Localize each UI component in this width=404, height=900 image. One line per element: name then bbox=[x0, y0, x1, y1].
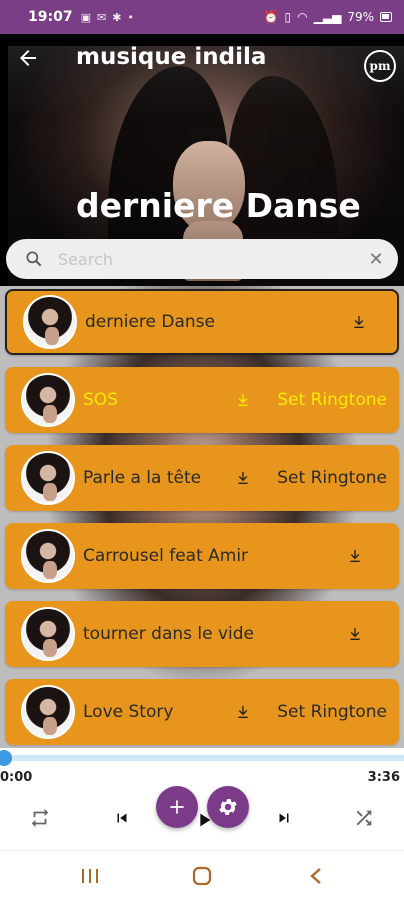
system-nav-bar bbox=[0, 850, 404, 900]
settings-button[interactable] bbox=[207, 786, 249, 828]
song-thumbnail bbox=[23, 295, 77, 349]
next-icon[interactable] bbox=[266, 800, 302, 836]
home-icon[interactable] bbox=[182, 863, 222, 889]
back-arrow-icon[interactable] bbox=[16, 46, 48, 72]
song-thumbnail bbox=[21, 685, 75, 739]
signal-icon: ▁▃▅ bbox=[313, 10, 342, 24]
search-bar: ✕ bbox=[6, 239, 398, 279]
gear-icon bbox=[219, 799, 237, 815]
song-row-tourner-dans-le-vide[interactable]: tourner dans le vide bbox=[5, 601, 399, 667]
download-icon[interactable] bbox=[349, 312, 369, 332]
vibrate-icon: ▯ bbox=[284, 10, 292, 24]
pm-logo-icon[interactable]: pm bbox=[364, 50, 396, 82]
status-bar: 19:07 ▣ ✉ ✱ • ⏰ ▯ ◠ ▁▃▅ 79% bbox=[0, 0, 404, 34]
song-title: Carrousel feat Amir bbox=[83, 546, 249, 566]
total-duration: 3:36 bbox=[367, 770, 400, 785]
status-time: 19:07 bbox=[28, 9, 73, 25]
player-controls bbox=[0, 786, 404, 850]
download-icon[interactable] bbox=[233, 468, 253, 488]
download-icon[interactable] bbox=[233, 390, 253, 410]
seek-bar-thumb[interactable] bbox=[0, 750, 12, 766]
song-title: Parle a la tête bbox=[83, 468, 202, 488]
song-row-derniere-danse[interactable]: derniere Danse bbox=[5, 289, 399, 355]
song-title: derniere Danse bbox=[85, 312, 215, 332]
battery-percent: 79% bbox=[347, 10, 374, 24]
gallery-icon: ▣ bbox=[80, 10, 91, 24]
alarm-icon: ⏰ bbox=[263, 10, 279, 24]
song-title: SOS bbox=[83, 390, 118, 410]
shuffle-icon[interactable] bbox=[346, 800, 382, 836]
app-icon: ✱ bbox=[112, 10, 122, 24]
song-row-sos[interactable]: SOS Set Ringtone bbox=[5, 367, 399, 433]
now-playing-title: derniere Danse bbox=[76, 186, 361, 225]
plus-icon bbox=[170, 800, 184, 814]
previous-icon[interactable] bbox=[104, 800, 140, 836]
back-nav-icon[interactable] bbox=[296, 863, 336, 889]
song-thumbnail bbox=[21, 529, 75, 583]
download-icon[interactable] bbox=[345, 546, 365, 566]
search-icon bbox=[26, 251, 42, 267]
song-title: Love Story bbox=[83, 702, 174, 722]
app-title: musique indila bbox=[76, 44, 267, 70]
song-title: tourner dans le vide bbox=[83, 624, 255, 644]
song-row-love-story[interactable]: Love Story Set Ringtone bbox=[5, 679, 399, 745]
recent-apps-icon[interactable] bbox=[70, 863, 110, 889]
message-icon: ✉ bbox=[96, 10, 107, 24]
elapsed-time: 0:00 bbox=[0, 770, 33, 785]
song-row-carrousel[interactable]: Carrousel feat Amir bbox=[5, 523, 399, 589]
status-right: ⏰ ▯ ◠ ▁▃▅ 79% bbox=[264, 10, 392, 24]
seek-bar-track[interactable] bbox=[4, 755, 404, 761]
song-thumbnail bbox=[21, 373, 75, 427]
song-row-parle-a-la-tete[interactable]: Parle a la tête Set Ringtone bbox=[5, 445, 399, 511]
seek-bar-area: 0:00 3:36 bbox=[0, 748, 404, 786]
wifi-icon: ◠ bbox=[297, 10, 308, 24]
battery-icon bbox=[380, 12, 392, 22]
notification-icons: ▣ ✉ ✱ • bbox=[81, 11, 134, 24]
add-button[interactable] bbox=[156, 786, 198, 828]
dot-icon: • bbox=[127, 10, 134, 24]
repeat-icon[interactable] bbox=[22, 800, 58, 836]
download-icon[interactable] bbox=[233, 702, 253, 722]
search-input[interactable] bbox=[58, 249, 366, 269]
set-ringtone-button[interactable]: Set Ringtone bbox=[277, 390, 387, 410]
set-ringtone-button[interactable]: Set Ringtone bbox=[277, 702, 387, 722]
song-thumbnail bbox=[21, 451, 75, 505]
download-icon[interactable] bbox=[345, 624, 365, 644]
song-thumbnail bbox=[21, 607, 75, 661]
clear-icon[interactable]: ✕ bbox=[366, 249, 386, 270]
set-ringtone-button[interactable]: Set Ringtone bbox=[277, 468, 387, 488]
